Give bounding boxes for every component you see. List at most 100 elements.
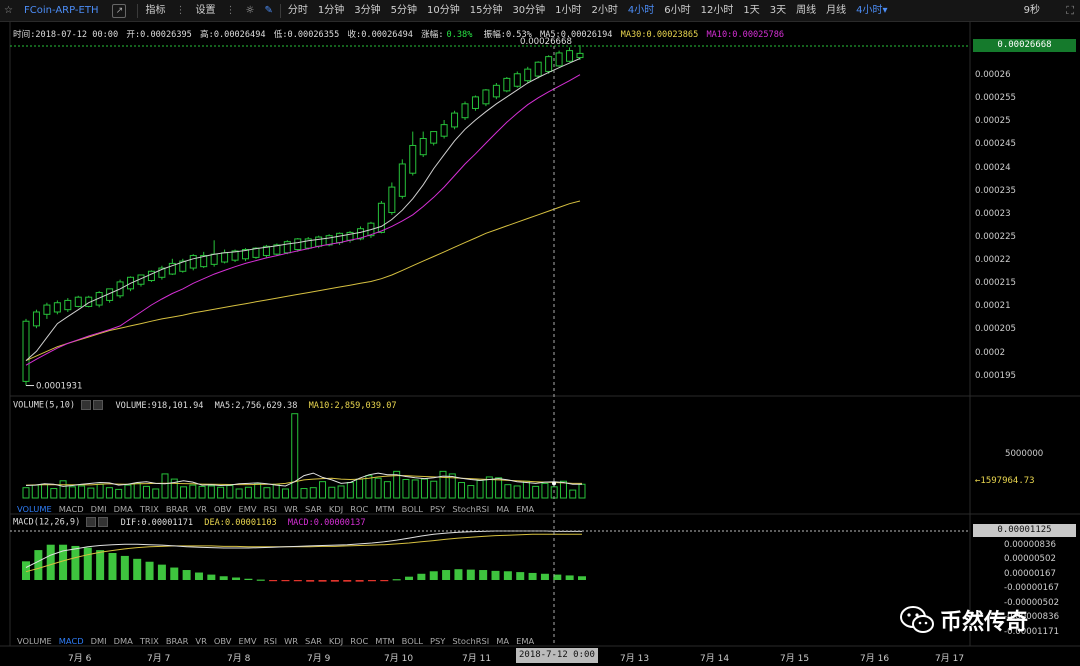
indicator-tab[interactable]: VOLUME [17, 636, 52, 646]
macd-histogram-bar [170, 567, 179, 580]
indicator-tab[interactable]: MA [496, 504, 509, 514]
ma5-line [25, 58, 581, 361]
candle [106, 288, 114, 303]
indicator-tab[interactable]: ROC [350, 636, 368, 646]
candle-body [53, 302, 61, 313]
date-tick: 7月 7 [147, 654, 171, 664]
indicator-tab[interactable]: SAR [305, 636, 322, 646]
candle [147, 270, 155, 282]
indicator-tab[interactable]: DMA [114, 636, 133, 646]
macd-histogram-bar [367, 580, 376, 582]
indicator-tab[interactable]: EMA [516, 504, 534, 514]
candle [440, 120, 448, 139]
price-chart-canvas[interactable]: 0.00026668 0.0001931 [0, 0, 1080, 666]
indicator-tab[interactable]: DMI [91, 504, 107, 514]
macd-histogram-bar [355, 580, 364, 582]
candle-body [315, 236, 323, 247]
price-tick: 0.00025 [975, 116, 1011, 127]
indicator-tab[interactable]: SAR [305, 504, 322, 514]
volume-bar [319, 481, 327, 499]
indicator-tab[interactable]: BOLL [402, 504, 423, 514]
volume-bar [559, 480, 567, 499]
indicator-tab[interactable]: TRIX [140, 636, 159, 646]
date-tick: 7月 13 [620, 654, 650, 664]
price-tick: 0.000205 [975, 324, 1017, 335]
panel-close-icon[interactable] [93, 400, 104, 410]
volume-bar [346, 482, 354, 499]
indicator-tab[interactable]: OBV [214, 504, 232, 514]
date-tick: 7月 14 [700, 654, 730, 664]
candle [294, 237, 302, 252]
indicator-tab[interactable]: DMI [91, 636, 107, 646]
indicator-tab[interactable]: StochRSI [452, 504, 489, 514]
volume-bar [105, 487, 113, 499]
indicator-tab[interactable]: EMV [239, 504, 257, 514]
price-tick: 0.000195 [975, 370, 1017, 381]
indicator-tab[interactable]: OBV [214, 636, 232, 646]
macd-histogram-bar [540, 573, 549, 580]
volume-bar [300, 488, 308, 499]
macd-histogram-bar [145, 561, 154, 580]
indicator-tab[interactable]: RSI [264, 636, 277, 646]
macd-histogram-bar [194, 572, 203, 580]
indicator-tab[interactable]: StochRSI [452, 636, 489, 646]
macd-histogram-bar [83, 547, 92, 580]
macd-histogram-bar [380, 580, 389, 582]
volume-bar [59, 480, 67, 499]
indicator-tab[interactable]: MTM [375, 636, 394, 646]
indicator-tab[interactable]: MACD [59, 636, 84, 646]
indicator-tab[interactable]: DMA [114, 504, 133, 514]
macd-tick: 0.00000836 [1004, 539, 1056, 550]
volume-bar [356, 478, 364, 499]
price-tick: 0.00023 [975, 208, 1011, 219]
candle [158, 265, 166, 280]
indicator-tab[interactable]: BRAR [166, 636, 189, 646]
candle [534, 61, 542, 79]
panel-settings-icon[interactable] [81, 400, 92, 410]
candle [492, 83, 500, 100]
candle-body [189, 255, 197, 269]
indicator-tab[interactable]: ROC [350, 504, 368, 514]
indicator-tab[interactable]: BOLL [402, 636, 423, 646]
macd-histogram-bar [232, 577, 241, 580]
candle-body [513, 73, 521, 87]
candle [74, 295, 82, 308]
volume-bar [263, 487, 271, 499]
volume-title: VOLUME(5,10) [13, 400, 76, 411]
indicator-tab[interactable]: MACD [59, 504, 84, 514]
date-tick: 7月 10 [384, 654, 414, 664]
volume-bar [439, 470, 447, 499]
macd-histogram-bar [182, 570, 191, 580]
volume-bar [115, 488, 123, 499]
macd-histogram-bar [503, 571, 512, 580]
indicator-tab[interactable]: VOLUME [17, 504, 52, 514]
indicator-tab[interactable]: MA [496, 636, 509, 646]
indicator-tab[interactable]: VR [195, 504, 206, 514]
indicator-tab[interactable]: EMV [239, 636, 257, 646]
candle-body [32, 311, 40, 327]
indicator-tab[interactable]: BRAR [166, 504, 189, 514]
indicator-tab[interactable]: WR [284, 504, 298, 514]
date-tick: 7月 16 [860, 654, 890, 664]
volume-bar [328, 486, 336, 499]
indicator-tab[interactable]: WR [284, 636, 298, 646]
volume-bar [217, 486, 225, 499]
indicator-tab[interactable]: MTM [375, 504, 394, 514]
panel-settings-icon[interactable] [86, 517, 97, 527]
indicator-tab[interactable]: RSI [264, 504, 277, 514]
macd-tick: -0.00000167 [1004, 583, 1060, 593]
candle [513, 71, 521, 88]
indicator-tab[interactable]: PSY [430, 636, 445, 646]
indicator-tab[interactable]: PSY [430, 504, 445, 514]
indicator-tab[interactable]: KDJ [329, 504, 343, 514]
indicator-tab[interactable]: VR [195, 636, 206, 646]
indicator-tab[interactable]: TRIX [140, 504, 159, 514]
panel-close-icon[interactable] [98, 517, 109, 527]
macd-histogram-bar [466, 569, 475, 580]
indicator-tab[interactable]: KDJ [329, 636, 343, 646]
candle [22, 318, 30, 386]
price-tick: 0.000255 [975, 93, 1017, 104]
macd-title: MACD(12,26,9) [13, 517, 81, 528]
indicator-tab[interactable]: EMA [516, 636, 534, 646]
price-tick: 0.0002 [975, 347, 1006, 358]
